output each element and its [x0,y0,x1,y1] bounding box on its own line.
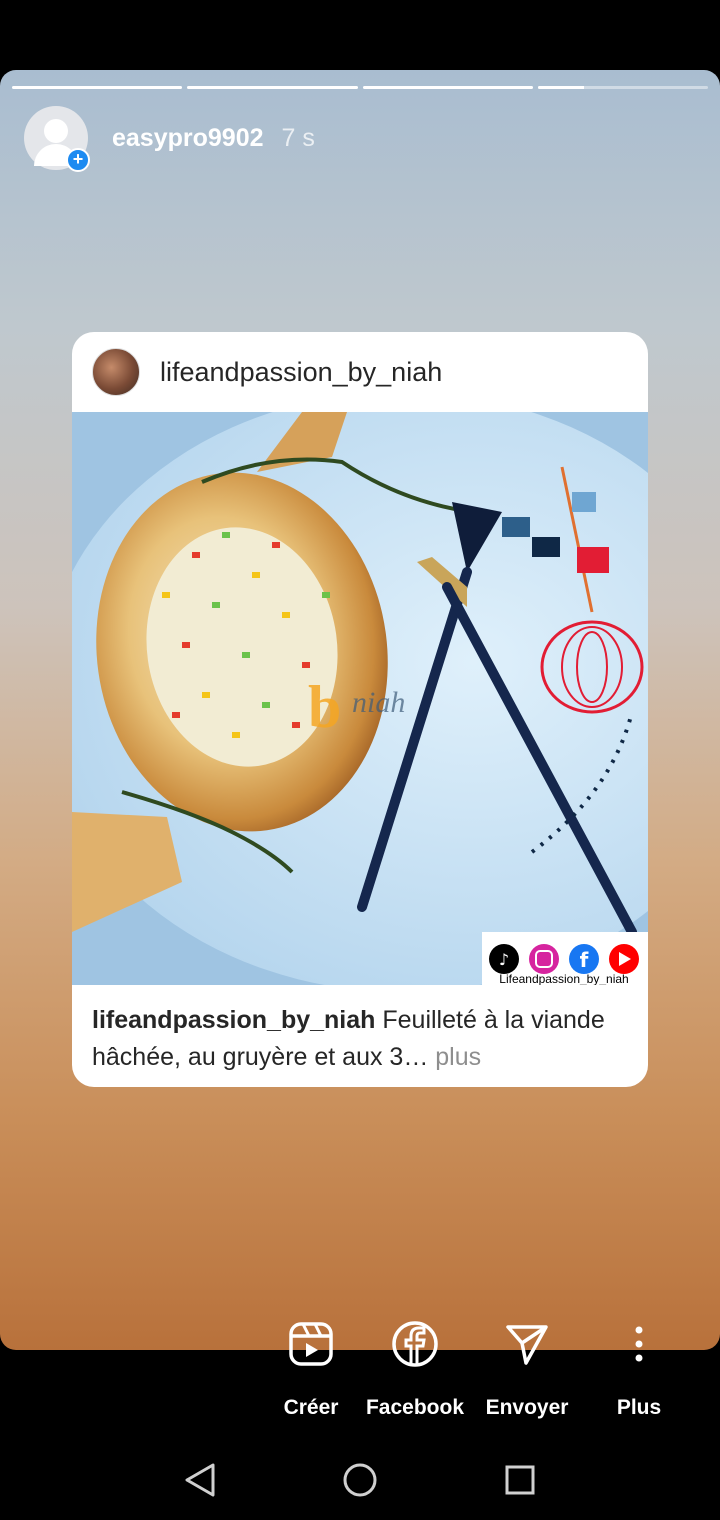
social-caption: Lifeandpassion_by_niah [499,972,628,985]
story-viewer[interactable]: + easypro9902 7 s lifeandpassion_by_niah [0,70,720,1350]
progress-segment [187,86,358,89]
progress-segment [537,86,708,89]
create-button[interactable]: Créer [256,1310,366,1420]
more-button[interactable]: Plus [584,1310,694,1420]
home-icon[interactable] [340,1460,380,1500]
system-nav-bar [0,1440,720,1520]
more-vertical-icon [584,1310,694,1378]
shared-post-card[interactable]: lifeandpassion_by_niah b niah ♪ f Lifean… [72,332,648,1087]
back-icon[interactable] [180,1460,220,1500]
svg-text:b: b [308,674,341,740]
send-label: Envoyer [485,1396,569,1419]
facebook-button[interactable]: Facebook [360,1310,470,1420]
svg-text:♪: ♪ [499,950,509,969]
post-username[interactable]: lifeandpassion_by_niah [160,357,442,388]
add-story-plus-icon[interactable]: + [66,148,90,172]
story-username[interactable]: easypro9902 [112,124,264,153]
progress-segment [362,86,533,89]
svg-text:f: f [580,948,589,972]
send-button[interactable]: Envoyer [472,1310,582,1420]
caption-more-link[interactable]: plus [435,1043,481,1071]
story-header: + easypro9902 7 s [24,106,315,172]
more-label: Plus [616,1396,662,1419]
reels-icon [256,1310,366,1378]
story-time: 7 s [281,123,315,152]
post-header: lifeandpassion_by_niah [72,332,648,412]
watermark-text: niah [352,686,405,719]
story-avatar[interactable]: + [24,106,90,172]
post-caption[interactable]: lifeandpassion_by_niah Feuilleté à la vi… [92,1002,632,1076]
status-bar [0,0,720,70]
post-image[interactable]: b niah ♪ f Lifeandpassion_by_niah [72,412,648,985]
post-avatar[interactable] [92,348,140,396]
send-icon [472,1310,582,1378]
facebook-icon [360,1310,470,1378]
recents-icon[interactable] [500,1460,540,1500]
story-actions: Créer Facebook Envoyer Plus [0,1310,720,1440]
create-label: Créer [283,1396,339,1419]
caption-username[interactable]: lifeandpassion_by_niah [92,1006,375,1034]
facebook-label: Facebook [365,1396,465,1419]
story-progress [12,86,708,89]
progress-segment [12,86,183,89]
